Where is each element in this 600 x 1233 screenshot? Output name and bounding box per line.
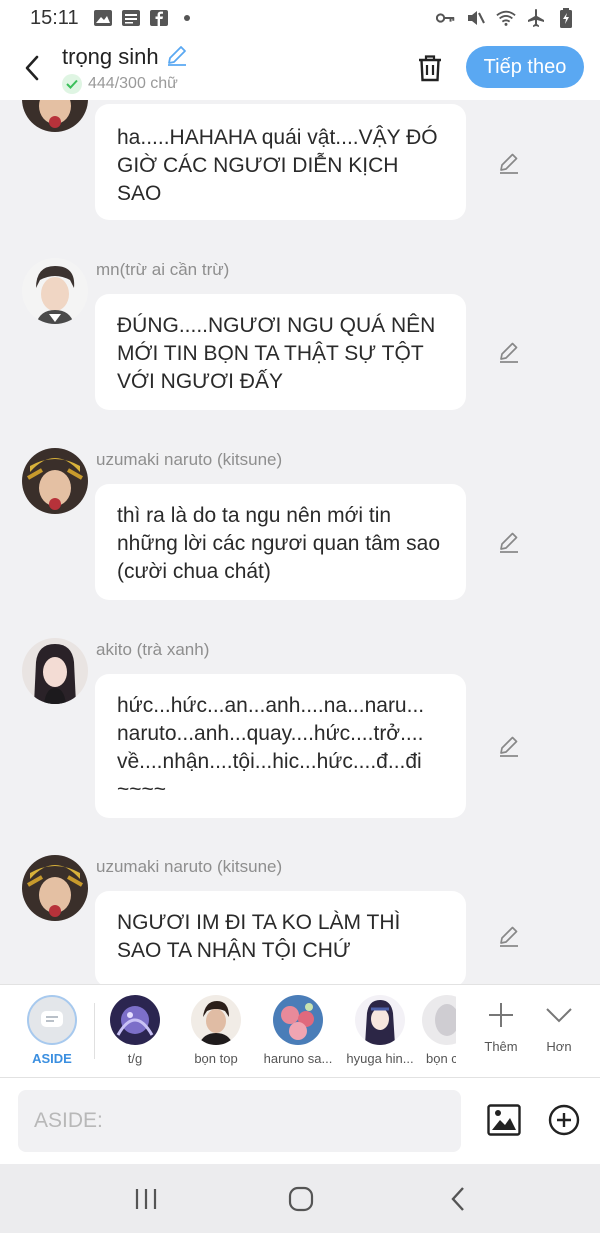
message-bubble[interactable]: NGƯƠI IM ĐI TA KO LÀM THÌ SAO TA NHẬN TỘ… — [95, 891, 466, 984]
word-count: 444/300 chữ — [88, 74, 178, 92]
character-aside[interactable]: ASIDE — [14, 995, 90, 1066]
message-input[interactable] — [18, 1090, 461, 1152]
system-nav-bar — [0, 1164, 600, 1233]
more-notifications-dot-icon — [177, 9, 197, 27]
pencil-icon — [500, 926, 518, 947]
more-label: Thêm — [484, 1039, 518, 1054]
status-left-icons — [93, 9, 197, 27]
pencil-icon — [500, 532, 518, 553]
app-header: trọng sinh 444/300 chữ Tiếp theo — [0, 36, 600, 100]
pencil-icon — [167, 45, 186, 66]
delete-button[interactable] — [414, 50, 446, 86]
wifi-icon — [496, 9, 516, 27]
back-arrow-icon — [25, 55, 39, 81]
chevron-down-icon — [531, 997, 587, 1033]
haruno-avatar — [273, 995, 323, 1045]
facebook-notification-icon — [149, 9, 169, 27]
bon-top-avatar — [191, 995, 241, 1045]
title-block: trọng sinh 444/300 chữ — [62, 43, 189, 94]
home-button[interactable] — [281, 1182, 321, 1216]
collapse-label: Hơn — [546, 1039, 572, 1054]
collapse-button[interactable]: Hơn — [531, 997, 587, 1054]
insert-image-button[interactable] — [486, 1102, 522, 1138]
character-hyuga[interactable]: hyuga hin... — [342, 995, 418, 1066]
message-text: ĐÚNG.....NGƯƠI NGU QUÁ NÊN MỚI TIN BỌN T… — [117, 314, 436, 393]
pencil-icon — [500, 342, 518, 363]
airplane-mode-icon — [526, 9, 546, 27]
message-text: NGƯƠI IM ĐI TA KO LÀM THÌ SAO TA NHẬN TỘ… — [117, 911, 401, 962]
message-bubble[interactable]: ĐÚNG.....NGƯƠI NGU QUÁ NÊN MỚI TIN BỌN T… — [95, 294, 466, 410]
message-text: hức...hức...an...anh....na...naru... nar… — [117, 694, 425, 801]
edit-message-button[interactable] — [496, 529, 522, 555]
character-label: hyuga hin... — [346, 1051, 414, 1066]
character-haruno[interactable]: haruno sa... — [260, 995, 336, 1066]
girl-avatar[interactable] — [22, 638, 88, 704]
pencil-icon — [500, 736, 518, 757]
pencil-icon — [500, 153, 518, 174]
character-label: bọn top — [194, 1051, 238, 1066]
status-time: 15:11 — [30, 6, 79, 29]
chat-thread[interactable]: ha.....HAHAHA quái vật....VẬY ĐÓ GIỜ CÁC… — [0, 100, 600, 984]
news-app-notification-icon — [121, 9, 141, 27]
character-label: t/g — [127, 1051, 143, 1066]
compose-bar — [0, 1078, 600, 1164]
character-label: haruno sa... — [263, 1051, 333, 1066]
hyuga-avatar — [355, 995, 405, 1045]
sender-name: mn(trừ ai cần trừ) — [96, 260, 230, 279]
vpn-key-icon — [436, 9, 456, 27]
add-circle-icon — [548, 1104, 580, 1136]
character-bon-top[interactable]: bọn top — [178, 995, 254, 1066]
sender-name: uzumaki naruto (kitsune) — [96, 450, 283, 469]
add-button[interactable] — [546, 1102, 582, 1138]
character-selector: ASIDE t/g bọn top haruno sa... hyuga hin… — [0, 984, 600, 1078]
status-bar: 15:11 — [0, 0, 600, 36]
character-tg[interactable]: t/g — [97, 995, 173, 1066]
check-icon — [62, 73, 82, 94]
tg-avatar — [110, 995, 160, 1045]
edit-title-button[interactable] — [165, 43, 189, 72]
edit-message-button[interactable] — [496, 339, 522, 365]
home-icon — [288, 1186, 314, 1212]
character-bon-c[interactable]: bọn c — [420, 995, 456, 1066]
system-back-button[interactable] — [438, 1182, 478, 1216]
character-label: ASIDE — [32, 1051, 72, 1066]
edit-message-button[interactable] — [496, 150, 522, 176]
message-bubble[interactable]: thì ra là do ta ngu nên mới tin những lờ… — [95, 484, 466, 600]
naruto-avatar[interactable] — [22, 448, 88, 514]
character-label: bọn c — [426, 1051, 456, 1066]
message-bubble[interactable]: hức...hức...an...anh....na...naru... nar… — [95, 674, 466, 818]
image-icon — [487, 1104, 521, 1136]
edit-message-button[interactable] — [496, 923, 522, 949]
back-button[interactable] — [2, 36, 62, 100]
back-icon — [451, 1187, 464, 1211]
more-button[interactable]: Thêm — [473, 997, 529, 1054]
bon-c-avatar — [422, 995, 456, 1045]
sender-name: uzumaki naruto (kitsune) — [96, 857, 283, 876]
status-right-icons — [436, 8, 576, 28]
aside-icon — [27, 995, 77, 1045]
edit-message-button[interactable] — [496, 733, 522, 759]
naruto-avatar[interactable] — [22, 855, 88, 921]
naruto-avatar[interactable] — [22, 100, 88, 132]
battery-charging-icon — [556, 8, 576, 28]
gallery-notification-icon — [93, 9, 113, 27]
mute-icon — [466, 9, 486, 27]
man-avatar[interactable] — [22, 258, 88, 324]
message-bubble[interactable]: ha.....HAHAHA quái vật....VẬY ĐÓ GIỜ CÁC… — [95, 104, 466, 220]
sender-name: akito (trà xanh) — [96, 640, 210, 659]
message-text: ha.....HAHAHA quái vật....VẬY ĐÓ GIỜ CÁC… — [117, 126, 438, 205]
message-text: thì ra là do ta ngu nên mới tin những lờ… — [117, 504, 440, 583]
next-button[interactable]: Tiếp theo — [466, 46, 584, 88]
story-title: trọng sinh — [62, 44, 159, 69]
trash-icon — [419, 55, 441, 82]
recent-apps-icon — [135, 1189, 157, 1209]
plus-icon — [473, 997, 529, 1033]
recent-apps-button[interactable] — [126, 1182, 166, 1216]
divider — [94, 1003, 95, 1059]
